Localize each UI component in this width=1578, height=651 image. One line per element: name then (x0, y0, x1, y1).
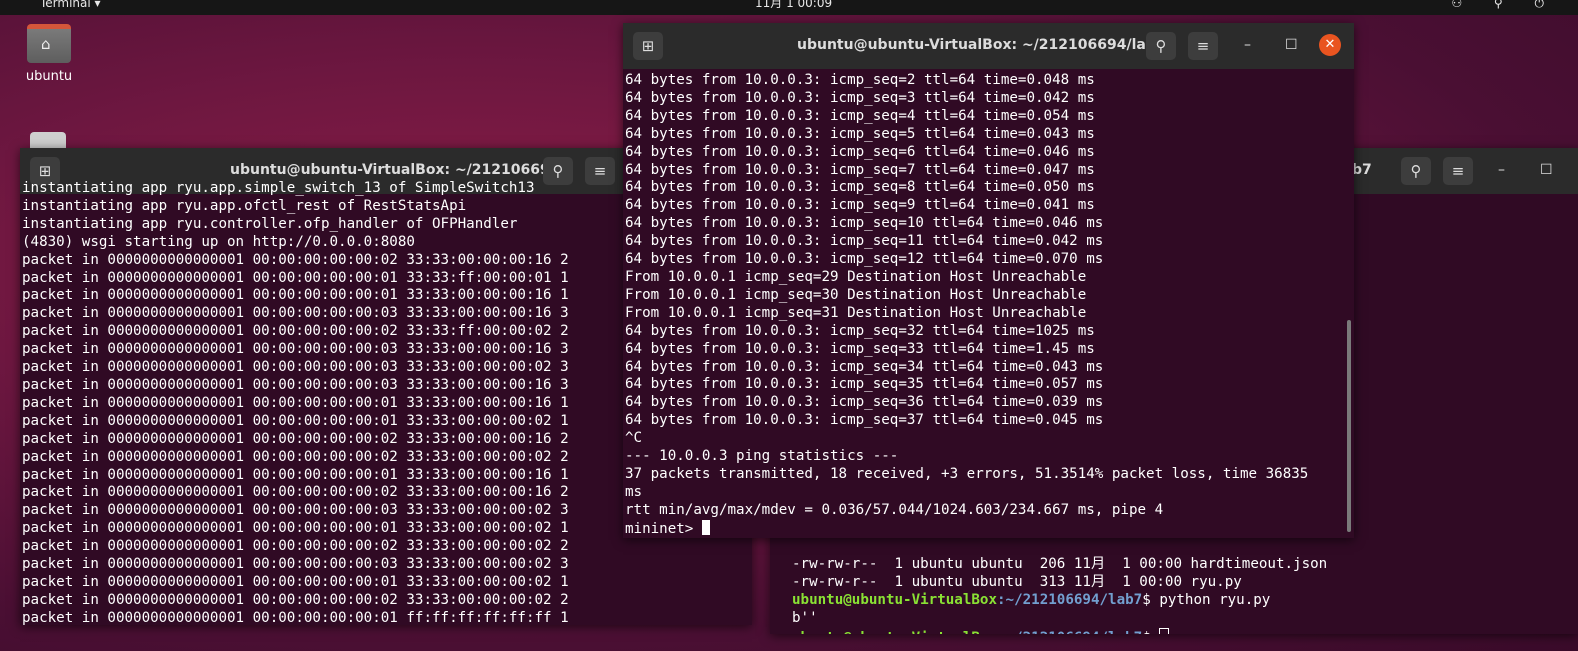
terminal-line: packet in 0000000000000001 00:00:00:00:0… (22, 251, 569, 268)
terminal-line: packet in 0000000000000001 00:00:00:00:0… (22, 269, 569, 286)
activities-app-menu[interactable]: Terminal ▾ (40, 0, 101, 9)
window-title-front: ubuntu@ubuntu-VirtualBox: ~/212106694/la… (797, 37, 1166, 53)
mininet-prompt: mininet> (625, 520, 702, 537)
terminal-line: 64 bytes from 10.0.0.3: icmp_seq=34 ttl=… (625, 358, 1104, 375)
home-folder-icon: ⌂ (27, 24, 71, 63)
cursor (1159, 627, 1170, 634)
terminal-line: From 10.0.0.1 icmp_seq=29 Destination Ho… (625, 268, 1087, 285)
minimize-icon[interactable]: – (1498, 162, 1505, 178)
terminal-line: 64 bytes from 10.0.0.3: icmp_seq=33 ttl=… (625, 340, 1095, 357)
scrollbar[interactable] (1347, 320, 1351, 532)
terminal-line: 64 bytes from 10.0.0.3: icmp_seq=3 ttl=6… (625, 89, 1095, 106)
terminal-line: packet in 0000000000000001 00:00:00:00:0… (22, 341, 569, 358)
prompt-symbol: $ (1142, 591, 1160, 608)
terminal-line: packet in 0000000000000001 00:00:00:00:0… (22, 609, 569, 625)
command-output: b'' (792, 609, 818, 626)
terminal-line: packet in 0000000000000001 00:00:00:00:0… (22, 376, 569, 393)
system-menu-icons[interactable]: ⚇ ⚲ ⏻ (1451, 0, 1558, 9)
prompt-symbol: $ (1142, 630, 1159, 634)
terminal-line: 64 bytes from 10.0.0.3: icmp_seq=4 ttl=6… (625, 107, 1095, 124)
terminal-output-front[interactable]: 64 bytes from 10.0.0.3: icmp_seq=2 ttl=6… (625, 72, 1308, 538)
terminal-line: 64 bytes from 10.0.0.3: icmp_seq=9 ttl=6… (625, 197, 1095, 214)
command-text: python ryu.py (1159, 591, 1271, 608)
prompt-path: :~/212106694/lab7 (997, 591, 1143, 608)
terminal-line: packet in 0000000000000001 00:00:00:00:0… (22, 305, 569, 322)
terminal-line: 64 bytes from 10.0.0.3: icmp_seq=35 ttl=… (625, 376, 1104, 393)
terminal-line: 37 packets transmitted, 18 received, +3 … (625, 465, 1309, 482)
terminal-line: 64 bytes from 10.0.0.3: icmp_seq=6 ttl=6… (625, 143, 1095, 160)
clock[interactable]: 11月 1 00:09 (755, 0, 832, 9)
menu-icon[interactable]: ≡ (1443, 157, 1473, 185)
terminal-line: 64 bytes from 10.0.0.3: icmp_seq=12 ttl=… (625, 251, 1104, 268)
cursor (701, 519, 710, 535)
terminal-line: From 10.0.0.1 icmp_seq=31 Destination Ho… (625, 304, 1087, 321)
terminal-line: packet in 0000000000000001 00:00:00:00:0… (22, 287, 569, 304)
terminal-line: packet in 0000000000000001 00:00:00:00:0… (22, 323, 569, 340)
terminal-line: packet in 0000000000000001 00:00:00:00:0… (22, 430, 569, 447)
terminal-line: 64 bytes from 10.0.0.3: icmp_seq=7 ttl=6… (625, 161, 1095, 178)
ls-line: -rw-rw-r-- 1 ubuntu ubuntu 206 11月 1 00:… (792, 555, 1328, 572)
terminal-line: packet in 0000000000000001 00:00:00:00:0… (22, 412, 569, 429)
menu-icon[interactable]: ≡ (1188, 32, 1218, 60)
terminal-line: packet in 0000000000000001 00:00:00:00:0… (22, 591, 569, 608)
terminal-line: packet in 0000000000000001 00:00:00:00:0… (22, 359, 569, 376)
terminal-line: 64 bytes from 10.0.0.3: icmp_seq=11 ttl=… (625, 233, 1104, 250)
terminal-window-front[interactable]: ⊞ ubuntu@ubuntu-VirtualBox: ~/212106694/… (623, 23, 1354, 538)
terminal-line: 64 bytes from 10.0.0.3: icmp_seq=10 ttl=… (625, 215, 1104, 232)
terminal-line: ^C (625, 430, 643, 447)
mininet-prompt-line: mininet> (625, 519, 1308, 538)
terminal-line: 64 bytes from 10.0.0.3: icmp_seq=32 ttl=… (625, 322, 1095, 339)
window-title-left: ubuntu@ubuntu-VirtualBox: ~/212106694 (230, 162, 560, 178)
terminal-line: packet in 0000000000000001 00:00:00:00:0… (22, 466, 569, 483)
terminal-line: From 10.0.0.1 icmp_seq=30 Destination Ho… (625, 286, 1087, 303)
ls-line: -rw-rw-r-- 1 ubuntu ubuntu 313 11月 1 00:… (792, 573, 1242, 590)
terminal-line: instantiating app ryu.app.ofctl_rest of … (22, 197, 467, 214)
terminal-line: packet in 0000000000000001 00:00:00:00:0… (22, 573, 569, 590)
terminal-line: (4830) wsgi starting up on http://0.0.0.… (22, 233, 415, 250)
new-tab-icon[interactable]: ⊞ (633, 32, 663, 60)
prompt-line: ubuntu@ubuntu-VirtualBox:~/212106694/lab… (792, 627, 1327, 634)
search-icon[interactable]: ⚲ (1401, 157, 1431, 185)
terminal-output-left[interactable]: instantiating app ryu.app.simple_switch_… (22, 180, 569, 625)
terminal-line: --- 10.0.0.3 ping statistics --- (625, 448, 899, 465)
prompt-user: ubuntu@ubuntu-VirtualBox (792, 591, 997, 608)
terminal-line: packet in 0000000000000001 00:00:00:00:0… (22, 448, 569, 465)
terminal-line: instantiating app ryu.controller.ofp_han… (22, 215, 518, 232)
prompt-user: ubuntu@ubuntu-VirtualBox (792, 630, 997, 634)
terminal-line: packet in 0000000000000001 00:00:00:00:0… (22, 502, 569, 519)
search-icon[interactable]: ⚲ (1146, 32, 1176, 60)
menu-icon[interactable]: ≡ (585, 157, 615, 185)
terminal-line: 64 bytes from 10.0.0.3: icmp_seq=2 ttl=6… (625, 72, 1095, 88)
terminal-line: 64 bytes from 10.0.0.3: icmp_seq=37 ttl=… (625, 412, 1104, 429)
terminal-line: packet in 0000000000000001 00:00:00:00:0… (22, 556, 569, 573)
prompt-line: ubuntu@ubuntu-VirtualBox:~/212106694/lab… (792, 592, 1327, 610)
prompt-path: :~/212106694/lab7 (997, 630, 1142, 634)
maximize-icon[interactable]: ☐ (1540, 162, 1553, 178)
terminal-line: packet in 0000000000000001 00:00:00:00:0… (22, 538, 569, 555)
terminal-line: packet in 0000000000000001 00:00:00:00:0… (22, 520, 569, 537)
close-icon[interactable]: ✕ (1319, 34, 1341, 56)
maximize-icon[interactable]: ☐ (1285, 37, 1298, 53)
terminal-line: 64 bytes from 10.0.0.3: icmp_seq=8 ttl=6… (625, 179, 1095, 196)
terminal-line: packet in 0000000000000001 00:00:00:00:0… (22, 394, 569, 411)
terminal-line: 64 bytes from 10.0.0.3: icmp_seq=5 ttl=6… (625, 125, 1095, 142)
terminal-line: packet in 0000000000000001 00:00:00:00:0… (22, 484, 569, 501)
top-bar: Terminal ▾ 11月 1 00:09 ⚇ ⚲ ⏻ (0, 0, 1578, 15)
window-title-right: b7 (1352, 162, 1372, 178)
titlebar-front[interactable]: ⊞ ubuntu@ubuntu-VirtualBox: ~/212106694/… (623, 23, 1354, 69)
desktop-home-icon[interactable]: ⌂ ubuntu (22, 24, 76, 84)
terminal-line: instantiating app ryu.app.simple_switch_… (22, 180, 535, 196)
terminal-line: rtt min/avg/max/mdev = 0.036/57.044/1024… (625, 501, 1164, 518)
terminal-output-right[interactable]: -rw-rw-r-- 1 ubuntu ubuntu 206 11月 1 00:… (792, 538, 1327, 634)
terminal-line: 64 bytes from 10.0.0.3: icmp_seq=36 ttl=… (625, 394, 1104, 411)
desktop-home-label: ubuntu (25, 69, 73, 84)
terminal-line: ms (625, 483, 643, 500)
minimize-icon[interactable]: – (1244, 37, 1251, 53)
